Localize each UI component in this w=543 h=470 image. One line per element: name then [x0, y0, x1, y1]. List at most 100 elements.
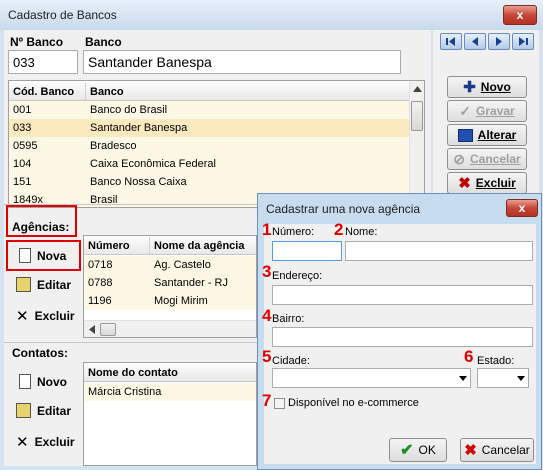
banks-grid[interactable]: Cód. Banco Banco 001 Banco do Brasil 033 Sa… — [8, 80, 425, 208]
x-icon: ✕ — [16, 308, 29, 325]
cancel-button[interactable]: ⊘ Cancelar — [447, 148, 527, 170]
banks-grid-header: Cód. Banco Banco — [9, 83, 409, 101]
first-record-button[interactable] — [440, 33, 462, 50]
delete-label: Excluir — [475, 176, 516, 190]
agency-delete-label: Excluir — [34, 309, 75, 323]
bank-name-label: Banco — [85, 35, 122, 49]
bank-code-cell: 151 — [13, 176, 32, 188]
agency-name-cell: Santander - RJ — [154, 277, 228, 289]
estado-select[interactable] — [477, 368, 529, 388]
agency-new-button[interactable]: Nova — [19, 248, 66, 263]
table-row[interactable]: Márcia Cristina — [84, 383, 256, 401]
bank-name-field[interactable]: Santander Banespa — [83, 50, 401, 74]
column-header-banco[interactable]: Banco — [86, 83, 409, 101]
table-row[interactable]: 033 Santander Banespa — [9, 119, 409, 137]
endereco-input[interactable] — [272, 285, 533, 305]
new-label: Novo — [480, 80, 511, 94]
contact-edit-button[interactable]: Editar — [16, 403, 71, 418]
agency-delete-button[interactable]: ✕ Excluir — [16, 307, 75, 325]
column-header-nome-agencia[interactable]: Nome da agência — [150, 237, 256, 255]
bank-name-cell: Brasil — [90, 194, 118, 206]
column-header-nome-contato[interactable]: Nome do contato — [84, 364, 256, 382]
new-agency-dialog: Cadastrar uma nova agência x 1 Número: 2… — [257, 193, 542, 470]
delete-x-icon: ✖ — [458, 175, 471, 192]
cancel-label: Cancelar — [470, 152, 521, 166]
edit-label: Alterar — [477, 128, 517, 142]
agencies-hscrollbar[interactable] — [84, 320, 256, 337]
chevron-down-icon-2 — [517, 376, 525, 381]
prev-record-button[interactable] — [464, 33, 486, 50]
bank-number-field[interactable]: 033 — [8, 50, 78, 74]
column-header-cod[interactable]: Cód. Banco — [9, 83, 86, 101]
dialog-cancel-button[interactable]: ✖ Cancelar — [460, 438, 534, 462]
plus-icon: ✚ — [463, 79, 476, 96]
agencies-grid[interactable]: Número Nome da agência 0718 Ag. Castelo 07… — [83, 235, 257, 338]
x-icon-2: ✕ — [16, 434, 29, 451]
agency-edit-label: Editar — [37, 277, 72, 292]
ok-button[interactable]: ✔ OK — [389, 438, 447, 462]
table-row[interactable]: 0718 Ag. Castelo — [84, 256, 256, 274]
window-title: Cadastro de Bancos — [8, 8, 117, 22]
bank-code-cell: 001 — [13, 104, 32, 116]
bank-code-cell: 104 — [13, 158, 32, 170]
numero-label: Número: — [272, 226, 315, 238]
marker-7: 7 — [262, 391, 272, 410]
save-label: Gravar — [476, 104, 515, 118]
contact-delete-label: Excluir — [34, 435, 75, 449]
edit-document-icon — [16, 277, 31, 292]
table-row[interactable]: 1196 Mogi Mirim — [84, 292, 256, 310]
nome-input[interactable] — [345, 241, 533, 261]
prev-icon — [472, 37, 478, 46]
numero-input[interactable] — [272, 241, 342, 261]
dialog-cancel-label: Cancelar — [481, 443, 530, 457]
banks-scrollbar[interactable] — [409, 81, 424, 207]
agency-number-cell: 0718 — [88, 259, 113, 271]
bank-name-value: Santander Banespa — [88, 54, 212, 70]
dialog-close-button[interactable]: x — [506, 199, 538, 217]
contatos-label: Contatos: — [12, 346, 68, 360]
ecommerce-label: Disponível no e-commerce — [288, 397, 419, 409]
new-document-icon — [19, 248, 31, 263]
dialog-title: Cadastrar uma nova agência — [266, 202, 421, 216]
marker-1: 1 — [262, 220, 272, 239]
first-icon — [446, 37, 455, 46]
bairro-input[interactable] — [272, 327, 533, 347]
ecommerce-checkbox[interactable] — [274, 398, 285, 409]
close-icon-dialog: x — [518, 201, 526, 215]
table-row[interactable]: 001 Banco do Brasil — [9, 101, 409, 119]
scroll-left-icon — [89, 325, 95, 334]
column-header-numero[interactable]: Número — [84, 237, 150, 255]
agencies-hscroll-thumb[interactable] — [100, 323, 116, 336]
table-row[interactable]: 0788 Santander - RJ — [84, 274, 256, 292]
contact-delete-button[interactable]: ✕ Excluir — [16, 433, 75, 451]
agencies-grid-header: Número Nome da agência — [84, 237, 256, 255]
scroll-thumb[interactable] — [411, 101, 423, 131]
estado-label: Estado: — [477, 355, 515, 367]
contacts-grid-header: Nome do contato — [84, 364, 256, 382]
agency-name-cell: Ag. Castelo — [154, 259, 211, 271]
table-row[interactable]: 104 Caixa Econômica Federal — [9, 155, 409, 173]
next-icon — [496, 37, 502, 46]
last-record-button[interactable] — [512, 33, 534, 50]
cidade-select[interactable] — [272, 368, 471, 388]
delete-button[interactable]: ✖ Excluir — [447, 172, 527, 194]
table-row[interactable]: 0595 Bradesco — [9, 137, 409, 155]
marker-6: 6 — [464, 347, 474, 366]
table-row[interactable]: 151 Banco Nossa Caixa — [9, 173, 409, 191]
form-edit-icon — [457, 128, 473, 142]
bank-number-label: Nº Banco — [10, 35, 64, 49]
close-button[interactable]: x — [503, 5, 537, 25]
agency-number-cell: 0788 — [88, 277, 113, 289]
cidade-label: Cidade: — [272, 355, 310, 367]
bank-code-cell: 0595 — [13, 140, 38, 152]
contact-new-button[interactable]: Novo — [19, 374, 67, 389]
agency-new-label: Nova — [37, 248, 67, 263]
new-button[interactable]: ✚ Novo — [447, 76, 527, 98]
marker-4: 4 — [262, 306, 272, 325]
contacts-grid[interactable]: Nome do contato Márcia Cristina — [83, 362, 257, 466]
edit-button[interactable]: Alterar — [447, 124, 527, 146]
agency-edit-button[interactable]: Editar — [16, 277, 71, 292]
bank-code-cell: 033 — [13, 122, 32, 134]
next-record-button[interactable] — [488, 33, 510, 50]
save-button[interactable]: ✓ Gravar — [447, 100, 527, 122]
